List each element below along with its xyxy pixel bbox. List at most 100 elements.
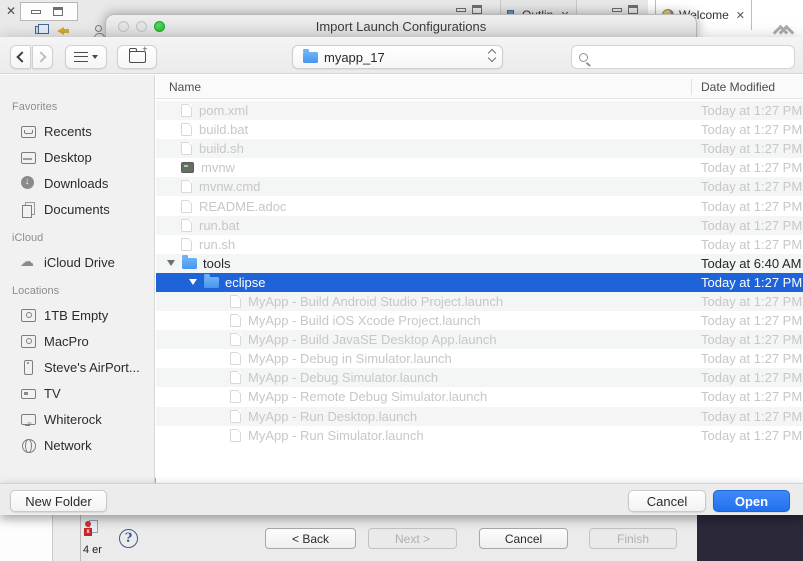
cancel-button[interactable]: Cancel: [628, 490, 706, 512]
file-name: MyApp - Build iOS Xcode Project.launch: [248, 313, 481, 329]
sidebar-section-label: Favorites: [12, 101, 58, 113]
column-header-date[interactable]: Date Modified: [701, 80, 775, 94]
maximize-icon[interactable]: [53, 7, 63, 16]
file-row-myapp-build-android-studio-project-launch[interactable]: MyApp - Build Android Studio Project.lau…: [156, 291, 803, 312]
date-modified: Today at 1:27 PM: [701, 236, 803, 252]
minimize-icon[interactable]: [456, 8, 466, 12]
document-icon: [181, 104, 192, 118]
problems-icon[interactable]: x: [84, 520, 100, 536]
maximize-icon[interactable]: [628, 5, 638, 14]
sidebar-item-1tb-empty[interactable]: 1TB Empty: [0, 302, 154, 328]
file-row-run-sh[interactable]: run.sh Today at 1:27 PM: [156, 235, 803, 254]
file-row-readme-adoc[interactable]: README.adoc Today at 1:27 PM: [156, 196, 803, 215]
list-header[interactable]: Name Date Modified: [156, 75, 803, 99]
folder-row-tools[interactable]: tools Today at 6:40 AM: [156, 253, 803, 273]
sidebar-item-macpro[interactable]: MacPro: [0, 328, 154, 354]
chevron-down-icon: [92, 55, 98, 59]
file-name: MyApp - Build Android Studio Project.lau…: [248, 293, 504, 309]
file-row-build-bat[interactable]: build.bat Today at 1:27 PM: [156, 120, 803, 139]
new-folder-button[interactable]: New Folder: [10, 490, 107, 512]
file-row-myapp-debug-in-simulator-launch[interactable]: MyApp - Debug in Simulator.launch Today a…: [156, 349, 803, 368]
documents-icon: [20, 201, 36, 218]
location-popup[interactable]: myapp_17: [292, 45, 503, 69]
sidebar-section-label: iCloud: [12, 232, 44, 244]
back-button[interactable]: < Back: [265, 528, 356, 549]
nav-back-button[interactable]: [10, 45, 31, 69]
date-modified: Today at 6:40 AM: [701, 255, 802, 271]
sidebar-section-label: Locations: [12, 285, 60, 297]
date-modified: Today at 1:27 PM: [701, 103, 803, 119]
file-name: build.sh: [199, 141, 244, 157]
dialog-titlebar[interactable]: Import Launch Configurations: [105, 14, 697, 38]
sidebar-item-label: 1TB Empty: [44, 307, 109, 323]
file-row-run-bat[interactable]: run.bat Today at 1:27 PM: [156, 215, 803, 235]
file-name: MyApp - Debug Simulator.launch: [248, 370, 439, 386]
sidebar-item-label: Downloads: [44, 175, 109, 191]
file-name: run.bat: [199, 217, 240, 233]
person-icon[interactable]: [94, 25, 105, 38]
windows-stack-icon[interactable]: [35, 24, 49, 34]
date-modified: Today at 1:27 PM: [701, 351, 803, 367]
date-modified: Today at 1:27 PM: [701, 179, 803, 195]
sidebar-item-label: Recents: [44, 123, 92, 139]
file-row-mvnw[interactable]: mvnw Today at 1:27 PM: [156, 158, 803, 177]
document-icon: [181, 237, 192, 251]
open-button[interactable]: Open: [713, 490, 790, 512]
file-row-pom-xml[interactable]: pom.xml Today at 1:27 PM: [156, 101, 803, 121]
file-row-myapp-run-simulator-launch[interactable]: MyApp - Run Simulator.launch Today at 1:2…: [156, 426, 803, 445]
date-modified: Today at 1:27 PM: [701, 141, 803, 157]
file-rows: pom.xml Today at 1:27 PM build.bat Today at…: [156, 101, 803, 445]
folder-row-eclipse[interactable]: eclipse Today at 1:27 PM: [156, 272, 803, 292]
file-row-myapp-debug-simulator-launch[interactable]: MyApp - Debug Simulator.launch Today at 1…: [156, 368, 803, 388]
minimize-icon[interactable]: [612, 8, 622, 12]
disclosure-triangle-icon[interactable]: [167, 260, 175, 267]
sidebar-item-tv[interactable]: TV: [0, 380, 154, 406]
file-row-myapp-run-desktop-launch[interactable]: MyApp - Run Desktop.launch Today at 1:27 …: [156, 406, 803, 426]
file-row-myapp-build-javase-desktop-app-launch[interactable]: MyApp - Build JavaSE Desktop App.launch T…: [156, 330, 803, 350]
sidebar-item-steve-s-airport-[interactable]: Steve's AirPort...: [0, 354, 154, 380]
sidebar-item-documents[interactable]: Documents: [0, 196, 154, 222]
sidebar-item-recents[interactable]: Recents: [0, 118, 154, 144]
new-folder-toolbar-button[interactable]: [117, 44, 157, 69]
column-header-name[interactable]: Name: [169, 80, 201, 94]
restore-chevrons-icon[interactable]: [775, 27, 789, 36]
close-icon[interactable]: ✕: [6, 4, 16, 18]
file-row-build-sh[interactable]: build.sh Today at 1:27 PM: [156, 139, 803, 159]
column-separator[interactable]: [691, 79, 692, 95]
file-name: eclipse: [225, 274, 266, 290]
document-icon: [181, 218, 192, 232]
network-icon: [20, 437, 36, 453]
nav-forward-button[interactable]: [32, 45, 53, 69]
wizard-cancel-button[interactable]: Cancel: [479, 528, 568, 549]
maximize-icon[interactable]: [472, 5, 482, 14]
disclosure-triangle-icon[interactable]: [189, 279, 197, 286]
recents-icon: [20, 123, 36, 139]
finish-button: Finish: [589, 528, 677, 549]
zoom-window-button[interactable]: [154, 21, 165, 32]
document-icon: [181, 180, 192, 194]
close-icon[interactable]: ✕: [736, 9, 745, 22]
minimize-icon[interactable]: [31, 10, 41, 14]
file-name: README.adoc: [199, 198, 287, 214]
folder-icon: [182, 255, 197, 269]
sidebar-item-label: Desktop: [44, 149, 92, 165]
location-value: myapp_17: [324, 49, 385, 65]
help-button[interactable]: ?: [119, 529, 138, 548]
search-input[interactable]: [588, 47, 794, 67]
sidebar-item-whiterock[interactable]: Whiterock: [0, 406, 154, 432]
sidebar-item-downloads[interactable]: Downloads: [0, 170, 154, 196]
back-arrow-icon[interactable]: [57, 27, 69, 35]
date-modified: Today at 1:27 PM: [701, 313, 803, 329]
sidebar-item-label: Network: [44, 437, 92, 453]
file-row-myapp-remote-debug-simulator-launch[interactable]: MyApp - Remote Debug Simulator.launch Tod…: [156, 387, 803, 406]
executable-file-icon: [181, 162, 194, 174]
file-row-myapp-build-ios-xcode-project-launch[interactable]: MyApp - Build iOS Xcode Project.launch To…: [156, 311, 803, 330]
sidebar-item-network[interactable]: Network: [0, 432, 154, 458]
file-row-mvnw-cmd[interactable]: mvnw.cmd Today at 1:27 PM: [156, 177, 803, 197]
view-mode-button[interactable]: [65, 45, 107, 69]
search-field[interactable]: [571, 45, 795, 69]
sidebar-item-icloud-drive[interactable]: iCloud Drive: [0, 249, 154, 275]
screen: ✕ Outlin ✕ Welcome ✕ x: [0, 0, 803, 561]
date-modified: Today at 1:27 PM: [701, 293, 803, 309]
sidebar-item-desktop[interactable]: Desktop: [0, 144, 154, 170]
